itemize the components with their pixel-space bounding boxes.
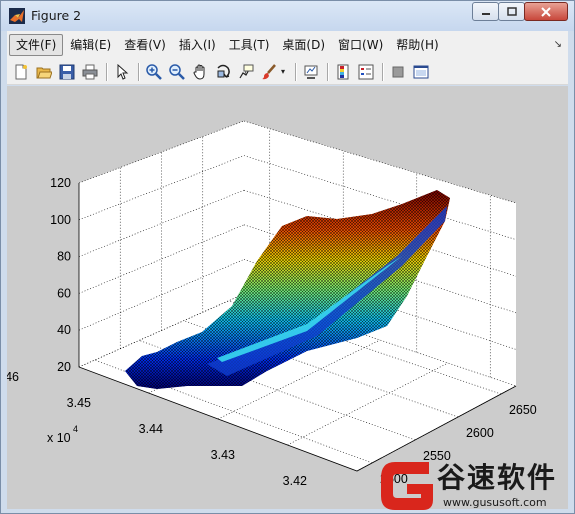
toolbar-separator	[295, 62, 296, 81]
new-figure-button[interactable]	[10, 61, 32, 83]
z-tick-label: 20	[57, 360, 71, 374]
menu-dock-arrow-icon[interactable]: ↘	[554, 39, 562, 50]
watermark-url-text: www.gususoft.com	[443, 496, 547, 509]
colorbar-button[interactable]	[332, 61, 354, 83]
toolbar-separator	[327, 62, 328, 81]
pan-button[interactable]	[189, 61, 211, 83]
surface-plot[interactable]: 20406080100120 3.423.433.443.453.46 2500…	[7, 86, 568, 509]
y-tick-label: 3.43	[211, 448, 235, 462]
menu-edit[interactable]: 编辑(E)	[64, 34, 117, 56]
menu-tools[interactable]: 工具(T)	[223, 34, 276, 56]
zoom-in-icon	[146, 63, 162, 80]
print-icon	[82, 64, 98, 79]
legend-icon	[358, 64, 374, 79]
y-tick-label: 3.42	[283, 474, 307, 488]
menu-view[interactable]: 查看(V)	[118, 34, 172, 56]
zoom-out-button[interactable]	[166, 61, 188, 83]
pan-hand-icon	[193, 63, 205, 80]
zoom-in-button[interactable]	[143, 61, 165, 83]
colorbar-icon	[337, 64, 349, 79]
menu-insert[interactable]: 插入(I)	[173, 34, 222, 56]
toolbar-separator	[106, 62, 107, 81]
rotate-3d-button[interactable]	[212, 61, 234, 83]
menu-window[interactable]: 窗口(W)	[332, 34, 389, 56]
watermark-logo-icon	[381, 462, 433, 510]
figure-toolbar: ▾	[7, 59, 568, 85]
maximize-button[interactable]	[498, 2, 525, 21]
y-tick-label: 3.45	[67, 396, 91, 410]
hide-plot-tools-button[interactable]	[387, 61, 409, 83]
brush-button[interactable]	[258, 61, 280, 83]
z-tick-label: 40	[57, 323, 71, 337]
show-plot-tools-button[interactable]	[410, 61, 432, 83]
show-plot-tools-icon	[413, 65, 429, 78]
menu-help[interactable]: 帮助(H)	[390, 34, 444, 56]
zoom-out-icon	[169, 63, 185, 80]
brush-icon	[262, 63, 276, 79]
z-tick-label: 60	[57, 286, 71, 300]
y-axis-multiplier: x 10	[47, 431, 71, 445]
rotate-3d-icon	[217, 64, 230, 78]
x-tick-label: 2650	[509, 403, 537, 417]
y-axis-multiplier-exponent: 4	[73, 424, 78, 434]
close-button[interactable]	[524, 2, 568, 21]
save-icon	[59, 64, 75, 79]
brush-dropdown-arrow-icon[interactable]: ▾	[281, 67, 289, 76]
figure-window: Figure 2 文件(F) 编辑(E) 查看(V) 插入(I) 工具(T) 桌…	[0, 0, 575, 514]
open-file-button[interactable]	[33, 61, 55, 83]
new-figure-icon	[15, 64, 27, 79]
link-plot-button[interactable]	[300, 61, 322, 83]
print-button[interactable]	[79, 61, 101, 83]
x-tick-label: 2600	[466, 426, 494, 440]
legend-button[interactable]	[355, 61, 377, 83]
z-axis-tick-labels: 20 40 60 80 100 120	[50, 176, 71, 374]
window-controls	[472, 2, 568, 21]
open-file-icon	[36, 67, 52, 78]
edit-plot-arrow-icon	[117, 63, 129, 80]
menu-file[interactable]: 文件(F)	[9, 34, 64, 56]
link-plot-icon	[304, 65, 318, 79]
watermark-brand-text: 谷速软件	[437, 461, 558, 494]
window-title: Figure 2	[31, 8, 82, 23]
watermark: 谷速软件 www.gususoft.com	[377, 452, 575, 514]
title-bar[interactable]: Figure 2	[1, 1, 574, 31]
data-cursor-icon	[239, 64, 254, 78]
figure-canvas: 20406080100120 3.423.433.443.453.46 2500…	[7, 86, 568, 509]
minimize-icon	[481, 12, 490, 15]
save-button[interactable]	[56, 61, 78, 83]
y-tick-label: 3.44	[139, 422, 163, 436]
z-tick-label: 80	[57, 250, 71, 264]
edit-plot-button[interactable]	[111, 61, 133, 83]
menu-desktop[interactable]: 桌面(D)	[276, 34, 331, 56]
y-tick-label: 3.46	[7, 370, 19, 384]
close-icon	[541, 6, 551, 17]
minimize-button[interactable]	[472, 2, 499, 21]
data-cursor-button[interactable]	[235, 61, 257, 83]
hide-plot-tools-icon	[392, 66, 404, 77]
menu-bar: 文件(F) 编辑(E) 查看(V) 插入(I) 工具(T) 桌面(D) 窗口(W…	[7, 31, 568, 59]
matlab-logo-icon	[9, 8, 25, 24]
toolbar-separator	[138, 62, 139, 81]
z-tick-label: 120	[50, 176, 71, 190]
z-tick-label: 100	[50, 213, 71, 227]
toolbar-separator	[382, 62, 383, 81]
maximize-icon	[506, 6, 517, 16]
